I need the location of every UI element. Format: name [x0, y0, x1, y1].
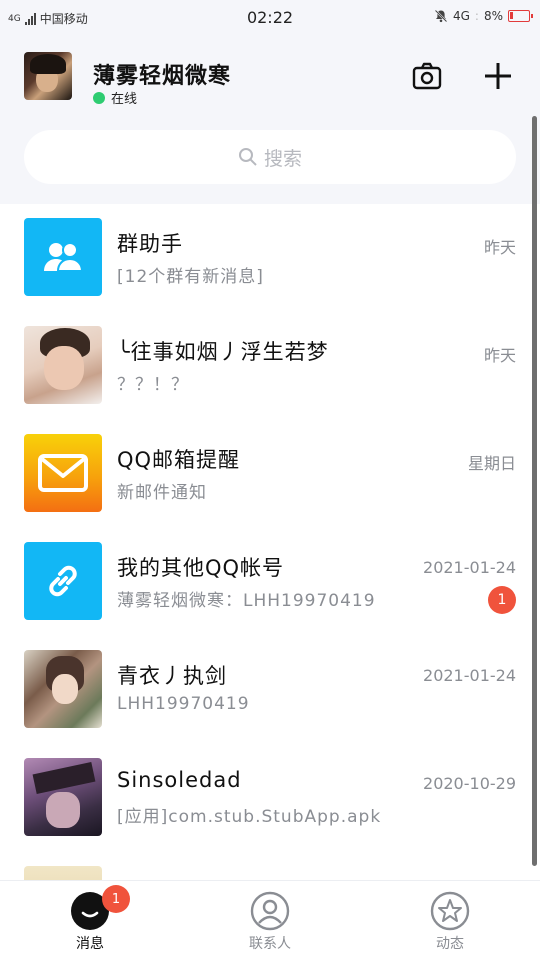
battery-charging-icon — [508, 10, 533, 22]
tab-bar: 1 消息 联系人 动态 — [0, 880, 540, 960]
group-icon — [44, 242, 84, 272]
tab-label: 动态 — [436, 936, 464, 952]
conversation-time: 2021-01-24 — [423, 558, 516, 577]
conversation-title: 群助手 — [117, 232, 183, 256]
camera-icon[interactable] — [412, 62, 442, 90]
separator: : — [474, 9, 479, 23]
conversation-time: 昨天 — [483, 238, 516, 257]
online-dot-icon — [93, 91, 105, 104]
contact-avatar — [24, 650, 102, 728]
link-icon — [49, 565, 77, 597]
status-bar: 4G 中国移动 02:22 4G : 8% — [0, 0, 540, 36]
tab-messages[interactable]: 1 消息 — [30, 881, 150, 960]
online-status-label: 在线 — [111, 92, 138, 107]
conversation-time: 昨天 — [483, 346, 516, 365]
list-item[interactable]: ╰往事如烟丿浮生若梦 ？？！？ 昨天 — [0, 312, 540, 420]
conversation-title: ╰往事如烟丿浮生若梦 — [117, 340, 329, 364]
group-helper-avatar — [24, 218, 102, 296]
list-item[interactable]: QQ邮箱提醒 新邮件通知 星期日 — [0, 420, 540, 528]
tab-feed[interactable]: 动态 — [390, 881, 510, 960]
conversation-preview: [应用]com.stub.StubApp.apk — [117, 807, 382, 827]
other-account-avatar — [24, 542, 102, 620]
search-placeholder: 搜索 — [263, 147, 302, 170]
list-item[interactable]: 群助手 [12个群有新消息] 昨天 — [0, 204, 540, 312]
network-right-label: 4G — [452, 9, 470, 23]
tab-contacts[interactable]: 联系人 — [210, 881, 330, 960]
conversation-title: 青衣丿执剑 — [117, 664, 227, 688]
unread-badge: 1 — [488, 586, 516, 614]
conversation-preview: 薄雾轻烟微寒：LHH19970419 — [117, 591, 376, 611]
list-item[interactable]: Sinsoledad [应用]com.stub.StubApp.apk 2020… — [0, 744, 540, 852]
mail-avatar — [24, 434, 102, 512]
star-feed-icon — [430, 891, 470, 931]
scrollbar[interactable] — [532, 116, 537, 866]
conversation-title: QQ邮箱提醒 — [117, 448, 241, 472]
list-item[interactable]: 我的其他QQ帐号 薄雾轻烟微寒：LHH19970419 2021-01-24 1 — [0, 528, 540, 636]
plus-icon[interactable] — [482, 60, 514, 92]
search-input[interactable]: 搜索 — [24, 130, 516, 184]
list-item[interactable] — [0, 852, 540, 880]
nickname[interactable]: 薄雾轻烟微寒 — [93, 58, 231, 90]
conversation-time: 2020-10-29 — [423, 774, 516, 793]
conversation-time: 2021-01-24 — [423, 666, 516, 685]
conversation-preview: ？？！？ — [117, 375, 189, 395]
mute-bell-icon — [434, 9, 448, 23]
tab-label: 消息 — [76, 936, 104, 952]
list-item[interactable]: 青衣丿执剑 LHH19970419 2021-01-24 — [0, 636, 540, 744]
header: 薄雾轻烟微寒 在线 搜索 — [0, 36, 540, 204]
tab-unread-badge: 1 — [102, 885, 130, 913]
envelope-icon — [38, 454, 88, 492]
contact-avatar — [24, 866, 102, 880]
battery-percent: 8% — [483, 9, 503, 23]
status-right: 4G : 8% — [434, 9, 533, 23]
conversation-time: 星期日 — [467, 454, 516, 473]
contact-avatar — [24, 326, 102, 404]
conversation-preview: 新邮件通知 — [117, 483, 207, 503]
conversation-preview: LHH19970419 — [117, 694, 250, 714]
conversation-list[interactable]: 群助手 [12个群有新消息] 昨天 ╰往事如烟丿浮生若梦 ？？！？ 昨天 QQ邮… — [0, 204, 540, 880]
online-status[interactable]: 在线 — [93, 88, 137, 107]
contacts-icon — [250, 891, 290, 931]
avatar[interactable] — [24, 52, 72, 100]
conversation-title: 我的其他QQ帐号 — [117, 556, 285, 580]
tab-label: 联系人 — [249, 936, 291, 952]
search-icon — [238, 148, 257, 166]
conversation-title: Sinsoledad — [117, 768, 242, 792]
contact-avatar — [24, 758, 102, 836]
conversation-preview: [12个群有新消息] — [117, 267, 264, 287]
